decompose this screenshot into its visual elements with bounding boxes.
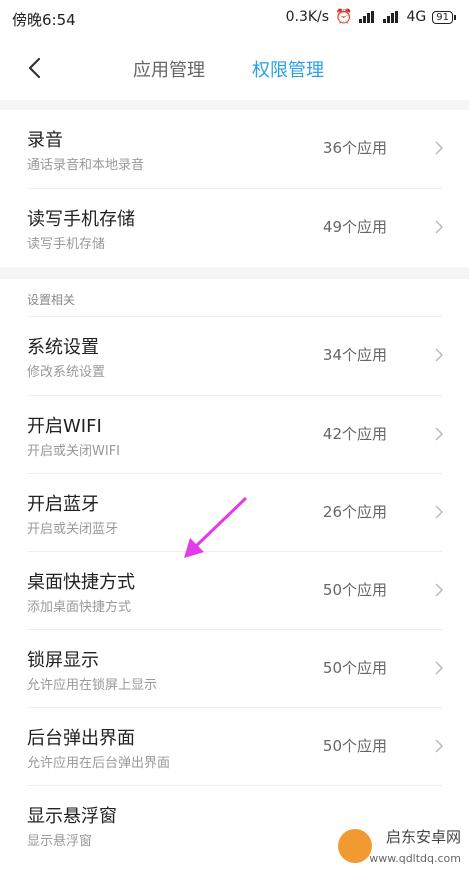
watermark-logo: 启东安卓网 www.qdltdq.com <box>334 825 469 869</box>
row-count: 50个应用 <box>322 659 387 677</box>
row-count: 42个应用 <box>322 425 387 443</box>
battery-level: 91 <box>436 11 449 23</box>
network-speed: 0.3K/s <box>285 9 330 25</box>
permission-row-storage[interactable]: 读写手机存储 读写手机存储 49个应用 <box>0 189 469 267</box>
chevron-right-icon <box>435 739 444 753</box>
status-bar: 傍晚6:54 0.3K/s ⏰ 4G 91 <box>0 0 469 38</box>
chevron-right-icon <box>435 348 444 362</box>
battery-icon: 91 <box>432 10 456 24</box>
chevron-right-icon <box>435 141 444 155</box>
permission-row-lockscreen[interactable]: 锁屏显示 允许应用在锁屏上显示 50个应用 <box>0 630 469 708</box>
row-count: 36个应用 <box>322 139 387 157</box>
tab-app-management[interactable]: 应用管理 <box>133 56 205 82</box>
chevron-right-icon <box>435 661 444 675</box>
network-type: 4G <box>406 9 427 25</box>
row-count: 50个应用 <box>322 737 387 755</box>
status-time: 傍晚6:54 <box>12 11 76 29</box>
row-subtitle: 读写手机存储 <box>27 237 106 252</box>
annotation-arrow-icon <box>184 496 248 558</box>
row-count: 34个应用 <box>322 346 387 364</box>
chevron-right-icon <box>435 583 444 597</box>
chevron-right-icon <box>435 427 444 441</box>
row-title: 后台弹出界面 <box>27 728 135 749</box>
row-title: 开启蓝牙 <box>27 494 99 515</box>
permission-row-system-settings[interactable]: 系统设置 修改系统设置 34个应用 <box>0 317 469 395</box>
row-title: 锁屏显示 <box>27 650 99 671</box>
row-subtitle: 添加桌面快捷方式 <box>27 600 132 615</box>
back-arrow-icon[interactable] <box>22 54 50 82</box>
row-title: 录音 <box>27 130 63 151</box>
status-indicators: 0.3K/s ⏰ 4G 91 <box>285 9 456 25</box>
row-subtitle: 修改系统设置 <box>27 365 106 380</box>
chevron-right-icon <box>435 505 444 519</box>
chevron-right-icon <box>435 220 444 234</box>
permission-row-background-popup[interactable]: 后台弹出界面 允许应用在后台弹出界面 50个应用 <box>0 708 469 786</box>
header: 应用管理 权限管理 <box>0 38 469 100</box>
tab-permission-management[interactable]: 权限管理 <box>252 56 324 82</box>
row-count: 50个应用 <box>322 581 387 599</box>
row-title: 开启WIFI <box>27 416 102 437</box>
permission-row-wifi[interactable]: 开启WIFI 开启或关闭WIFI 42个应用 <box>0 396 469 474</box>
row-subtitle: 允许应用在锁屏上显示 <box>27 678 158 693</box>
row-title: 显示悬浮窗 <box>27 806 117 827</box>
watermark-url: www.qdltdq.com <box>369 852 461 865</box>
signal-icon-2 <box>382 11 401 23</box>
section-gap <box>0 267 469 279</box>
watermark-icon <box>338 829 372 863</box>
signal-icon <box>358 11 377 23</box>
row-subtitle: 通话录音和本地录音 <box>27 158 145 173</box>
group-label-settings: 设置相关 <box>27 293 76 307</box>
row-subtitle: 允许应用在后台弹出界面 <box>27 756 171 771</box>
row-title: 桌面快捷方式 <box>27 572 135 593</box>
row-subtitle: 开启或关闭蓝牙 <box>27 522 119 537</box>
permission-row-desktop-shortcut[interactable]: 桌面快捷方式 添加桌面快捷方式 50个应用 <box>0 552 469 630</box>
row-subtitle: 开启或关闭WIFI <box>27 444 120 459</box>
watermark-text: 启东安卓网 <box>385 828 461 846</box>
row-count: 49个应用 <box>322 218 387 236</box>
row-subtitle: 显示悬浮窗 <box>27 834 93 849</box>
row-title: 读写手机存储 <box>27 209 135 230</box>
row-title: 系统设置 <box>27 337 99 358</box>
row-count: 26个应用 <box>322 503 387 521</box>
section-gap <box>0 100 469 110</box>
alarm-icon: ⏰ <box>335 9 353 25</box>
permission-row-record[interactable]: 录音 通话录音和本地录音 36个应用 <box>0 110 469 188</box>
